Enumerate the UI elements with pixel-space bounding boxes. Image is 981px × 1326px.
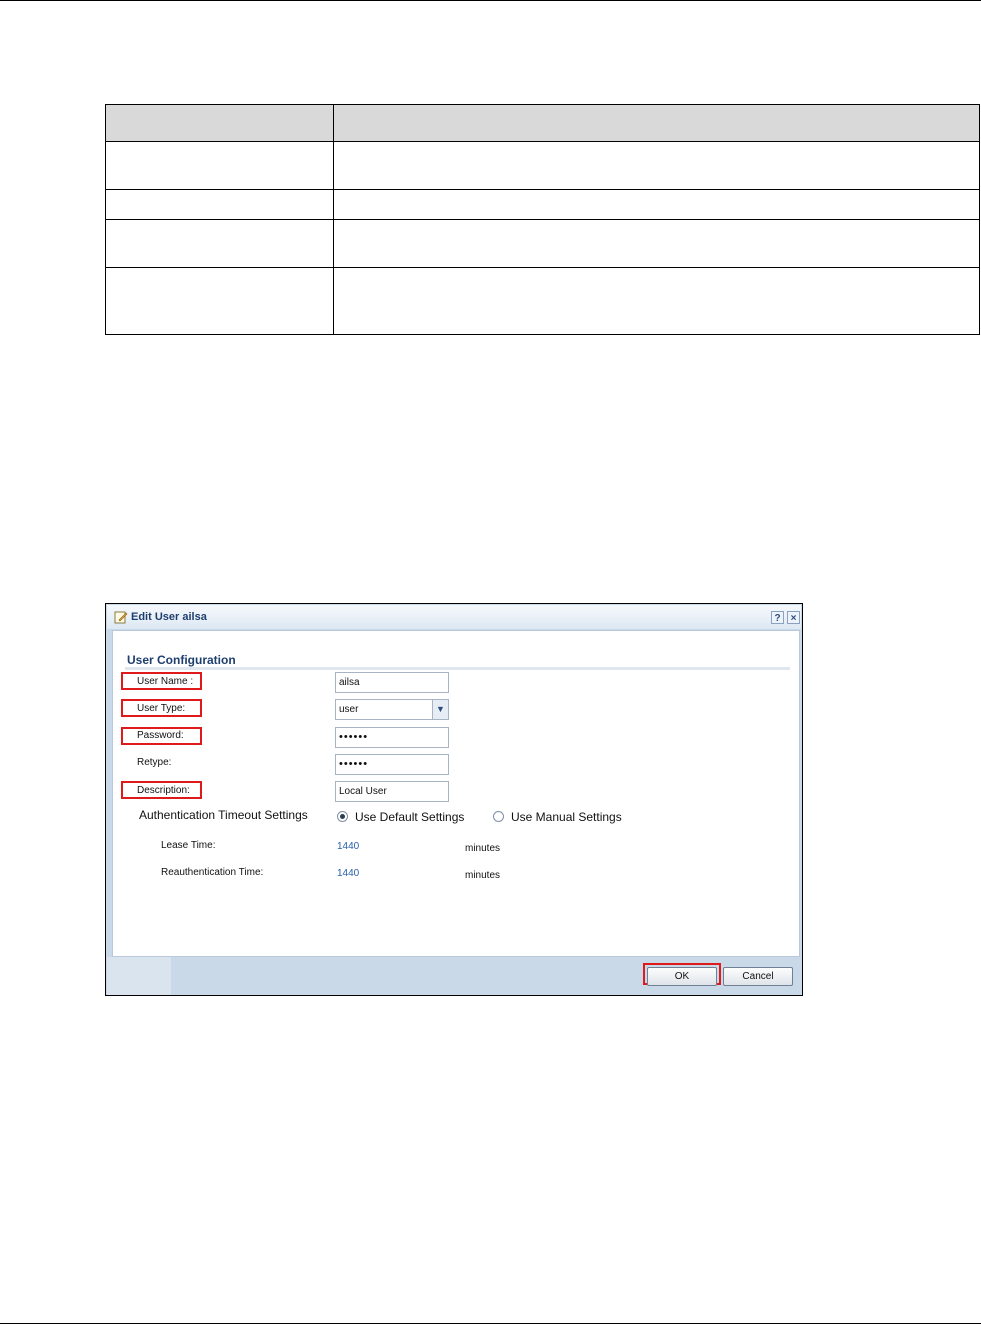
dialog-titlebar: Edit User ailsa ? × bbox=[107, 605, 801, 629]
table-row bbox=[105, 189, 980, 220]
description-label: Description: bbox=[137, 785, 190, 796]
table-cell bbox=[333, 189, 980, 220]
dialog-body: User Configuration User Name : ailsa Use… bbox=[112, 630, 800, 957]
table-row bbox=[105, 219, 980, 268]
table-cell bbox=[333, 141, 980, 190]
footer-panel bbox=[107, 957, 171, 995]
reauth-time-unit: minutes bbox=[465, 870, 501, 881]
user-name-input[interactable]: ailsa bbox=[335, 672, 449, 693]
retype-input[interactable]: •••••• bbox=[335, 754, 449, 775]
table-header-row bbox=[105, 104, 980, 142]
table-row bbox=[105, 141, 980, 190]
user-type-select[interactable]: user ▼ bbox=[335, 699, 449, 720]
cancel-button[interactable]: Cancel bbox=[723, 967, 793, 986]
retype-label: Retype: bbox=[137, 757, 172, 768]
use-manual-settings-label[interactable]: Use Manual Settings bbox=[511, 810, 622, 824]
reauth-time-label: Reauthentication Time: bbox=[161, 867, 264, 878]
table-cell bbox=[333, 267, 980, 335]
top-rule bbox=[0, 0, 981, 1]
bottom-rule bbox=[0, 1323, 981, 1324]
use-default-settings-label[interactable]: Use Default Settings bbox=[355, 810, 464, 824]
table-header-cell bbox=[333, 104, 980, 142]
close-button[interactable]: × bbox=[787, 611, 800, 624]
use-default-settings-radio[interactable] bbox=[337, 811, 348, 822]
ok-button[interactable]: OK bbox=[647, 967, 717, 986]
description-input[interactable]: Local User bbox=[335, 781, 449, 802]
user-type-label: User Type: bbox=[137, 703, 186, 714]
edit-icon bbox=[114, 611, 128, 624]
lease-time-unit: minutes bbox=[465, 843, 501, 854]
section-title: User Configuration bbox=[127, 653, 236, 667]
section-divider bbox=[125, 667, 790, 670]
table-row bbox=[105, 267, 980, 335]
table-cell bbox=[105, 189, 334, 220]
lease-time-value: 1440 bbox=[337, 841, 360, 852]
dialog-footer: OK Cancel bbox=[107, 957, 801, 995]
table-header-cell bbox=[105, 104, 334, 142]
user-name-label: User Name : bbox=[137, 676, 194, 687]
lease-time-label: Lease Time: bbox=[161, 840, 216, 851]
table-cell bbox=[105, 141, 334, 190]
table-cell bbox=[105, 219, 334, 268]
table-cell bbox=[333, 219, 980, 268]
auth-timeout-label: Authentication Timeout Settings bbox=[139, 808, 308, 822]
reauth-time-value: 1440 bbox=[337, 868, 360, 879]
dialog-title: Edit User ailsa bbox=[131, 611, 207, 623]
edit-user-dialog: Edit User ailsa ? × User Configuration U… bbox=[105, 603, 803, 996]
user-type-value: user bbox=[339, 704, 359, 715]
password-label: Password: bbox=[137, 730, 184, 741]
help-button[interactable]: ? bbox=[771, 611, 784, 624]
chevron-down-icon[interactable]: ▼ bbox=[432, 700, 448, 719]
description-table bbox=[105, 104, 980, 335]
use-manual-settings-radio[interactable] bbox=[493, 811, 504, 822]
table-cell bbox=[105, 267, 334, 335]
password-input[interactable]: •••••• bbox=[335, 727, 449, 748]
